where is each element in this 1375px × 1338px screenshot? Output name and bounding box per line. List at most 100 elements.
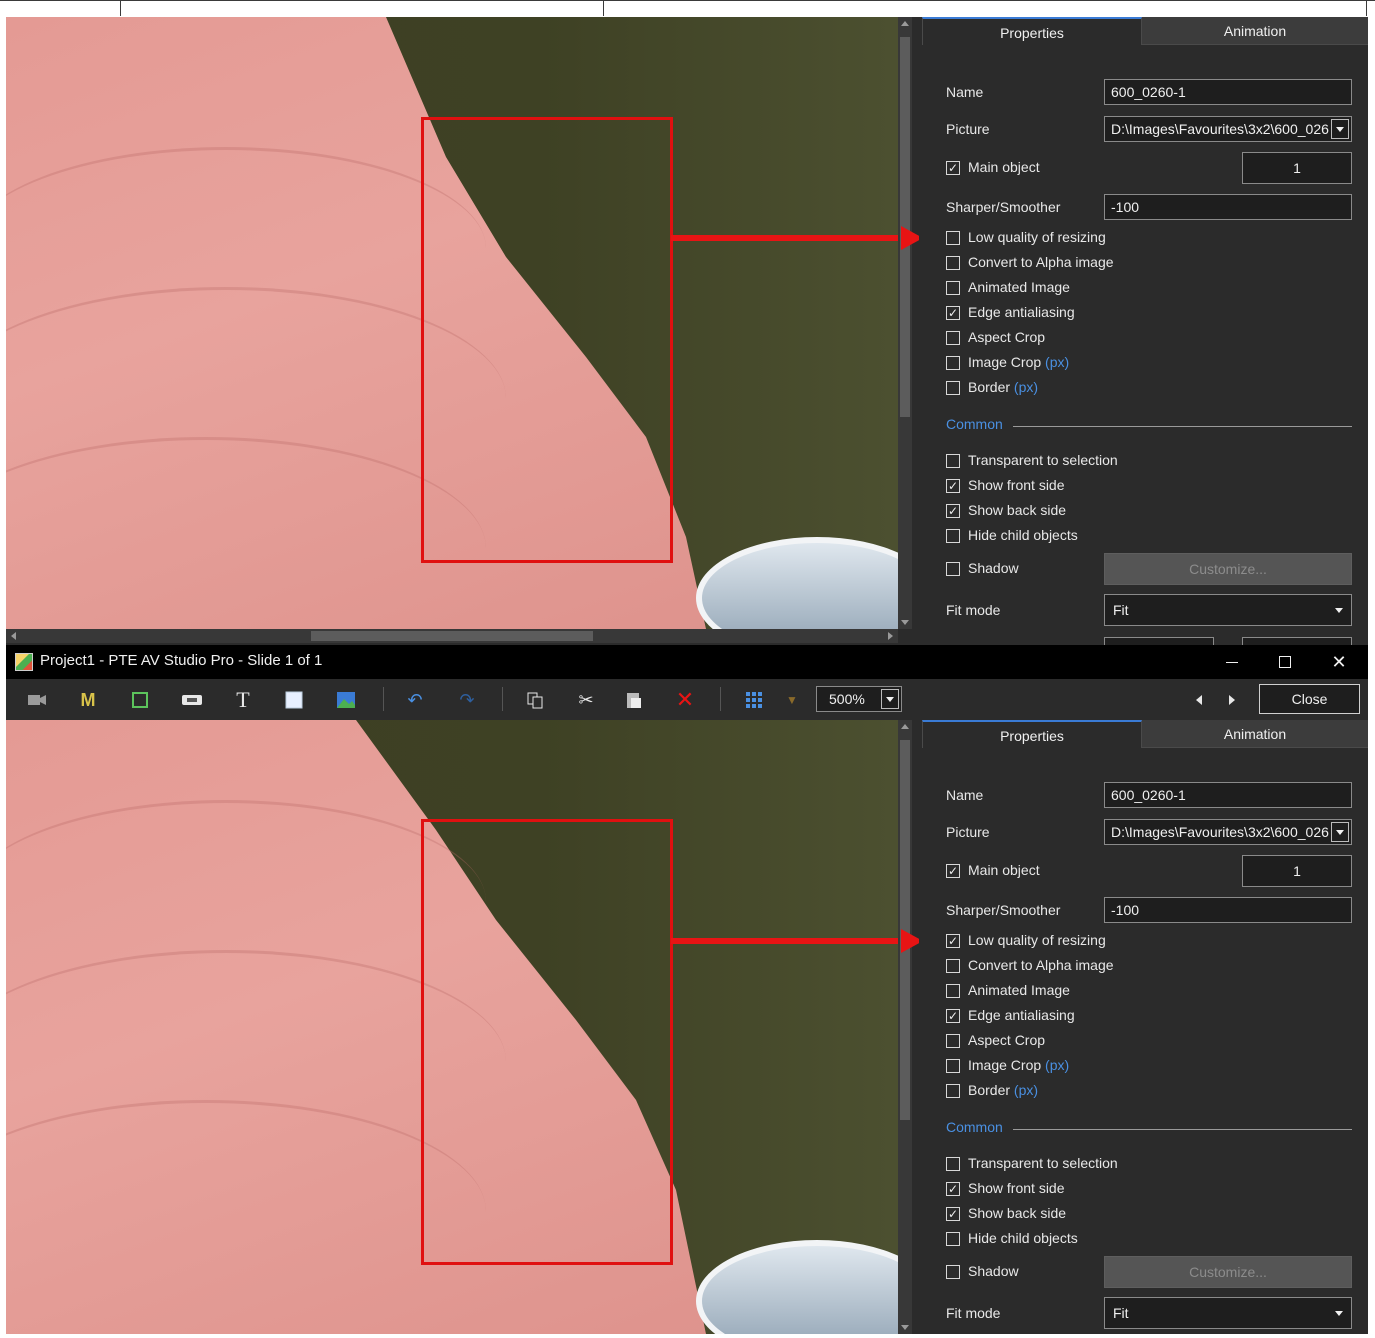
scroll-up-icon[interactable] bbox=[901, 21, 909, 26]
button-icon[interactable] bbox=[181, 689, 203, 711]
checkbox-icon[interactable] bbox=[946, 1157, 960, 1171]
grid-icon[interactable] bbox=[743, 689, 765, 711]
main-object-label: Main object bbox=[968, 159, 1040, 175]
picture-icon[interactable] bbox=[335, 689, 357, 711]
checkbox-icon[interactable] bbox=[946, 331, 960, 345]
checkbox-icon[interactable]: ✓ bbox=[946, 504, 960, 518]
minimize-button[interactable] bbox=[1208, 645, 1256, 679]
common-section: Common bbox=[946, 1119, 1352, 1139]
paste-icon[interactable] bbox=[623, 689, 645, 711]
scroll-down-icon[interactable] bbox=[901, 620, 909, 625]
maximize-button[interactable] bbox=[1261, 645, 1309, 679]
horizontal-scrollbar[interactable] bbox=[6, 629, 898, 643]
grid-dropdown-icon[interactable]: ▼ bbox=[781, 689, 803, 711]
redo-icon[interactable]: ↷ bbox=[456, 689, 478, 711]
px-link[interactable]: (px) bbox=[1045, 1057, 1069, 1073]
camera-icon[interactable] bbox=[26, 689, 48, 711]
checkbox-icon[interactable]: ✓ bbox=[946, 161, 960, 175]
px-link[interactable]: (px) bbox=[1014, 1082, 1038, 1098]
main-object-number[interactable]: 1 bbox=[1242, 152, 1352, 184]
rectangle-icon[interactable] bbox=[283, 689, 305, 711]
minimize-icon bbox=[1226, 662, 1238, 663]
customize-button[interactable]: Customize... bbox=[1104, 553, 1352, 585]
picture-combo[interactable]: D:\Images\Favourites\3x2\600_026 bbox=[1104, 819, 1352, 845]
scroll-right-icon[interactable] bbox=[888, 632, 893, 640]
next-icon[interactable] bbox=[1229, 695, 1235, 705]
checkbox-label: Convert to Alpha image bbox=[968, 254, 1114, 270]
offset-field[interactable] bbox=[1242, 637, 1352, 645]
previous-icon[interactable] bbox=[1196, 695, 1202, 705]
chevron-down-icon[interactable] bbox=[1335, 608, 1343, 613]
image-preview[interactable] bbox=[6, 720, 898, 1334]
close-window-button[interactable]: ✕ bbox=[1315, 645, 1363, 679]
highlight-box bbox=[421, 819, 673, 1265]
copy-icon[interactable] bbox=[524, 689, 546, 711]
checkbox-label: Animated Image bbox=[968, 279, 1070, 295]
checkbox-icon[interactable] bbox=[946, 1059, 960, 1073]
cut-icon[interactable]: ✂ bbox=[575, 689, 597, 711]
px-link[interactable]: (px) bbox=[1045, 354, 1069, 370]
checkbox-icon[interactable] bbox=[946, 1232, 960, 1246]
delete-icon[interactable]: ✕ bbox=[674, 689, 696, 711]
sharper-smoother-field[interactable]: -100 bbox=[1104, 194, 1352, 220]
vertical-scrollbar[interactable] bbox=[898, 17, 912, 629]
checkbox-icon[interactable] bbox=[946, 984, 960, 998]
name-field[interactable]: 600_0260-1 bbox=[1104, 782, 1352, 808]
fit-mode-label: Fit mode bbox=[946, 602, 1001, 618]
highlight-arrow bbox=[671, 938, 898, 944]
checkbox-icon[interactable] bbox=[946, 281, 960, 295]
checkbox-icon[interactable] bbox=[946, 562, 960, 576]
checkbox-icon[interactable] bbox=[946, 529, 960, 543]
fit-mode-select[interactable]: Fit bbox=[1104, 1297, 1352, 1329]
scroll-left-icon[interactable] bbox=[11, 632, 16, 640]
checkbox-icon[interactable] bbox=[946, 381, 960, 395]
tab-properties[interactable]: Properties bbox=[922, 720, 1142, 748]
checkbox-icon[interactable] bbox=[946, 231, 960, 245]
checkbox-icon[interactable] bbox=[946, 1265, 960, 1279]
offset-field[interactable] bbox=[1104, 637, 1214, 645]
text-icon[interactable]: T bbox=[232, 689, 254, 711]
mask-icon[interactable]: M bbox=[77, 689, 99, 711]
name-field[interactable]: 600_0260-1 bbox=[1104, 79, 1352, 105]
checkbox-icon[interactable]: ✓ bbox=[946, 934, 960, 948]
picture-combo[interactable]: D:\Images\Favourites\3x2\600_026 bbox=[1104, 116, 1352, 142]
chevron-down-icon[interactable] bbox=[1335, 1311, 1343, 1316]
close-button[interactable]: Close bbox=[1259, 684, 1360, 714]
fit-mode-select[interactable]: Fit bbox=[1104, 594, 1352, 626]
scroll-up-icon[interactable] bbox=[901, 724, 909, 729]
checkbox-icon[interactable] bbox=[946, 356, 960, 370]
zoom-select[interactable]: 500% bbox=[816, 686, 902, 712]
checkbox-icon[interactable]: ✓ bbox=[946, 1009, 960, 1023]
checkbox-label: Edge antialiasing bbox=[968, 304, 1075, 320]
checkbox-label: Show back side bbox=[968, 502, 1067, 518]
chevron-down-icon[interactable] bbox=[881, 689, 899, 709]
checkbox-icon[interactable]: ✓ bbox=[946, 306, 960, 320]
checkbox-icon[interactable] bbox=[946, 256, 960, 270]
checkbox-icon[interactable]: ✓ bbox=[946, 1182, 960, 1196]
tab-animation[interactable]: Animation bbox=[1142, 720, 1368, 748]
checkbox-icon[interactable]: ✓ bbox=[946, 479, 960, 493]
checkbox-icon[interactable] bbox=[946, 1034, 960, 1048]
main-object-number[interactable]: 1 bbox=[1242, 855, 1352, 887]
chevron-down-icon[interactable] bbox=[1331, 822, 1349, 842]
undo-icon[interactable]: ↶ bbox=[404, 689, 426, 711]
checkbox-label: Show front side bbox=[968, 1180, 1065, 1196]
vertical-scrollbar[interactable] bbox=[898, 720, 912, 1334]
checkbox-icon[interactable]: ✓ bbox=[946, 864, 960, 878]
panel-tabs: Properties Animation bbox=[922, 17, 1368, 45]
image-preview[interactable] bbox=[6, 17, 898, 629]
sharper-smoother-field[interactable]: -100 bbox=[1104, 897, 1352, 923]
tab-animation[interactable]: Animation bbox=[1142, 17, 1368, 45]
px-link[interactable]: (px) bbox=[1014, 379, 1038, 395]
checkbox-icon[interactable]: ✓ bbox=[946, 1207, 960, 1221]
picture-path: D:\Images\Favourites\3x2\600_026 bbox=[1111, 824, 1329, 840]
tab-properties[interactable]: Properties bbox=[922, 17, 1142, 45]
checkbox-icon[interactable] bbox=[946, 959, 960, 973]
chevron-down-icon[interactable] bbox=[1331, 119, 1349, 139]
scroll-thumb-horizontal[interactable] bbox=[311, 631, 593, 641]
checkbox-icon[interactable] bbox=[946, 454, 960, 468]
customize-button[interactable]: Customize... bbox=[1104, 1256, 1352, 1288]
checkbox-icon[interactable] bbox=[946, 1084, 960, 1098]
scroll-down-icon[interactable] bbox=[901, 1325, 909, 1330]
frame-icon[interactable] bbox=[129, 689, 151, 711]
